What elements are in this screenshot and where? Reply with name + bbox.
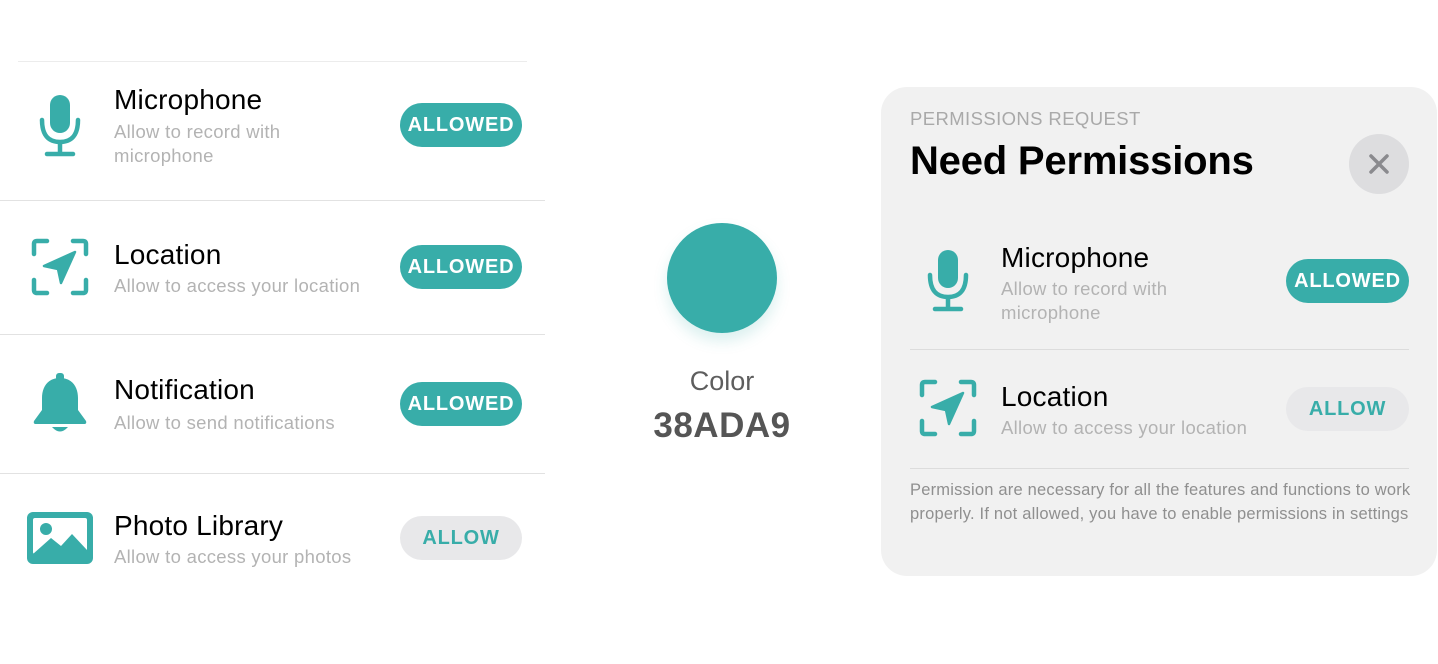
permission-title: Location (114, 239, 222, 270)
dialog-permission-subtitle: Allow to access your location (1001, 417, 1248, 438)
permission-title: Photo Library (114, 510, 284, 541)
permission-subtitle: Allow to send notifications (114, 412, 335, 433)
photo-library-allow-button[interactable]: ALLOW (400, 516, 522, 560)
dialog-permission-subtitle: Allow to record with microphone (1001, 278, 1168, 323)
permission-title: Notification (114, 374, 255, 405)
location-allowed-button[interactable]: ALLOWED (400, 245, 522, 289)
permission-subtitle: Allow to record with microphone (114, 121, 281, 166)
dialog-footnote: Permission are necessary for all the fea… (910, 481, 1411, 523)
dialog-permission-title: Microphone (1001, 242, 1150, 273)
dialog-location-allow-button[interactable]: ALLOW (1286, 387, 1409, 431)
location-arrow-icon (22, 229, 98, 305)
dialog-kicker: PERMISSIONS REQUEST (910, 108, 1141, 129)
close-button[interactable] (1349, 134, 1409, 194)
permissions-dialog: PERMISSIONS REQUEST Need Permissions Mic… (881, 87, 1437, 576)
permission-row-microphone: Microphone Allow to record with micropho… (0, 62, 545, 200)
microphone-icon (910, 243, 986, 319)
photo-icon (22, 500, 98, 576)
permission-subtitle: Allow to access your location (114, 275, 361, 296)
row-divider (910, 468, 1409, 469)
permission-row-photo-library: Photo Library Allow to access your photo… (0, 474, 545, 612)
permission-subtitle: Allow to access your photos (114, 546, 352, 567)
microphone-allowed-button[interactable]: ALLOWED (400, 103, 522, 147)
dialog-permission-title: Location (1001, 381, 1109, 412)
permissions-list: Microphone Allow to record with micropho… (0, 0, 545, 664)
color-label: Color (689, 366, 755, 396)
dialog-title: Need Permissions (910, 139, 1254, 183)
close-icon (1369, 154, 1389, 174)
permission-row-notification: Notification Allow to send notifications… (0, 335, 545, 473)
color-swatch (667, 223, 777, 333)
permission-row-location: Location Allow to access your location A… (0, 201, 545, 334)
microphone-icon (22, 88, 98, 164)
dialog-microphone-allowed-button[interactable]: ALLOWED (1286, 259, 1409, 303)
row-divider (910, 349, 1409, 350)
location-arrow-icon (910, 370, 986, 446)
color-hex-value: 38ADA9 (653, 406, 791, 445)
permission-title: Microphone (114, 84, 263, 115)
bell-icon (22, 365, 98, 441)
notification-allowed-button[interactable]: ALLOWED (400, 382, 522, 426)
